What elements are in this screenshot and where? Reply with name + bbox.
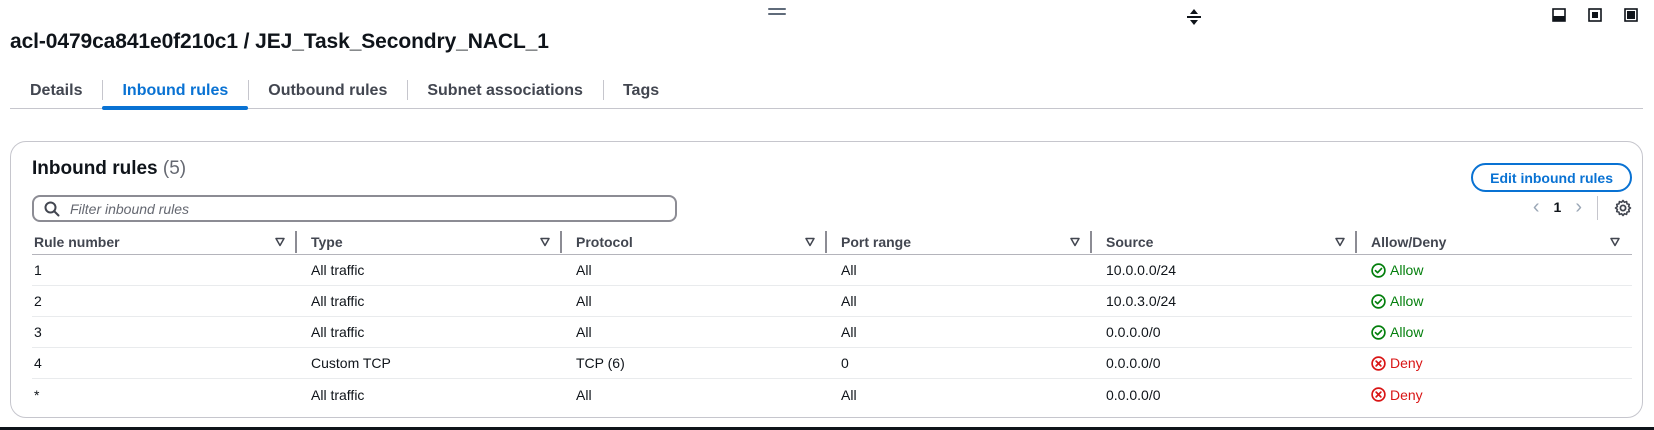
status-badge: Allow <box>1371 262 1423 278</box>
column-label: Allow/Deny <box>1371 234 1447 250</box>
chevron-right-icon[interactable]: › <box>1575 197 1582 217</box>
page-title: acl-0479ca841e0f210c1 / JEJ_Task_Secondr… <box>10 30 549 53</box>
column-label: Type <box>311 234 343 250</box>
status-badge: Deny <box>1371 355 1423 371</box>
chevron-left-icon[interactable]: ‹ <box>1533 197 1540 217</box>
table-header: Rule number Type Protocol Port range Sou… <box>32 230 1632 255</box>
cell-protocol: All <box>576 386 592 403</box>
table-row[interactable]: 2 All traffic All All 10.0.3.0/24 Allow <box>32 286 1632 317</box>
resize-vertical-icon[interactable] <box>1185 8 1203 28</box>
check-circle-icon <box>1371 324 1386 340</box>
cell-allow-deny: Allow <box>1357 317 1632 347</box>
panel-side-icon[interactable] <box>1622 6 1640 24</box>
cell-type: All traffic <box>311 262 365 278</box>
page-number[interactable]: 1 <box>1554 199 1562 215</box>
pagination: ‹ 1 › <box>1533 197 1582 217</box>
x-circle-icon <box>1371 355 1386 371</box>
inbound-rules-table: Rule number Type Protocol Port range Sou… <box>32 230 1632 410</box>
cell-type: All traffic <box>311 386 365 403</box>
column-label: Source <box>1106 234 1154 250</box>
cell-port-range: 0 <box>841 355 849 371</box>
cell-port-range: All <box>841 293 857 309</box>
edit-inbound-rules-button[interactable]: Edit inbound rules <box>1471 163 1632 192</box>
panel-maximize-icon[interactable] <box>1586 6 1604 24</box>
cell-type: All traffic <box>311 324 365 340</box>
container-title: Inbound rules (5) <box>32 158 186 180</box>
cell-allow-deny: Deny <box>1357 348 1632 378</box>
status-badge: Deny <box>1371 387 1423 403</box>
cell-source: 10.0.0.0/24 <box>1106 262 1177 278</box>
gear-icon[interactable] <box>1614 199 1632 217</box>
sort-caret-down-icon[interactable] <box>1335 237 1345 247</box>
check-circle-icon <box>1371 293 1386 309</box>
sort-caret-down-icon[interactable] <box>1610 237 1620 247</box>
filter-input[interactable] <box>70 200 650 217</box>
column-header-source[interactable]: Source <box>1092 230 1357 254</box>
cell-protocol: All <box>576 324 592 340</box>
tab-outbound-rules[interactable]: Outbound rules <box>248 74 407 108</box>
check-circle-icon <box>1371 262 1386 278</box>
column-header-protocol[interactable]: Protocol <box>562 230 827 254</box>
table-row[interactable]: * All traffic All All 0.0.0.0/0 Deny <box>32 379 1632 410</box>
cell-protocol: All <box>576 262 592 278</box>
column-header-port-range[interactable]: Port range <box>827 230 1092 254</box>
column-header-allow-deny[interactable]: Allow/Deny <box>1357 230 1632 254</box>
status-badge: Allow <box>1371 293 1423 309</box>
table-row[interactable]: 4 Custom TCP TCP (6) 0 0.0.0.0/0 Deny <box>32 348 1632 379</box>
tab-subnet-associations[interactable]: Subnet associations <box>407 74 603 108</box>
cell-port-range: All <box>841 324 857 340</box>
pager-divider <box>1597 196 1598 220</box>
column-label: Protocol <box>576 234 633 250</box>
column-header-type[interactable]: Type <box>297 230 562 254</box>
cell-port-range: All <box>841 386 857 403</box>
cell-allow-deny: Allow <box>1357 255 1632 285</box>
container-title-text: Inbound rules <box>32 158 158 179</box>
cell-source: 0.0.0.0/0 <box>1106 386 1161 403</box>
cell-type: Custom TCP <box>311 355 391 371</box>
rule-count: (5) <box>162 158 187 179</box>
cell-rule-number: 1 <box>34 262 42 278</box>
column-label: Port range <box>841 234 912 250</box>
table-row[interactable]: 3 All traffic All All 0.0.0.0/0 Allow <box>32 317 1632 348</box>
cell-type: All traffic <box>311 293 365 309</box>
sort-caret-down-icon[interactable] <box>805 237 815 247</box>
x-circle-icon <box>1371 387 1386 402</box>
cell-rule-number: 3 <box>34 324 42 340</box>
cell-source: 0.0.0.0/0 <box>1106 355 1161 371</box>
cell-port-range: All <box>841 262 857 278</box>
column-header-rule-number[interactable]: Rule number <box>32 230 297 254</box>
cell-allow-deny: Allow <box>1357 286 1632 316</box>
tab-tags[interactable]: Tags <box>602 74 679 108</box>
status-text: Allow <box>1390 293 1424 309</box>
drag-handle-icon[interactable] <box>768 8 786 16</box>
tab-inbound-rules[interactable]: Inbound rules <box>102 74 249 110</box>
cell-rule-number: 4 <box>34 355 42 371</box>
column-label: Rule number <box>34 234 120 250</box>
cell-rule-number: 2 <box>34 293 42 309</box>
status-text: Allow <box>1390 262 1424 278</box>
inbound-rules-container: Inbound rules (5) Edit inbound rules ‹ 1… <box>10 141 1643 418</box>
cell-protocol: All <box>576 293 592 309</box>
status-text: Allow <box>1390 324 1424 340</box>
tab-list: Details Inbound rules Outbound rules Sub… <box>10 74 1643 110</box>
cell-source: 0.0.0.0/0 <box>1106 324 1161 340</box>
search-icon <box>44 201 60 216</box>
panel-bottom-icon[interactable] <box>1550 6 1568 24</box>
sort-caret-down-icon[interactable] <box>540 237 550 247</box>
tab-details[interactable]: Details <box>10 74 102 108</box>
sort-caret-down-icon[interactable] <box>275 237 285 247</box>
cell-protocol: TCP (6) <box>576 355 625 371</box>
sort-caret-down-icon[interactable] <box>1070 237 1080 247</box>
status-text: Deny <box>1390 386 1423 403</box>
status-badge: Allow <box>1371 324 1423 340</box>
table-row[interactable]: 1 All traffic All All 10.0.0.0/24 Allow <box>32 255 1632 286</box>
status-text: Deny <box>1390 355 1423 371</box>
cell-rule-number: * <box>34 386 40 403</box>
filter-box <box>32 195 677 222</box>
cell-source: 10.0.3.0/24 <box>1106 293 1177 309</box>
cell-allow-deny: Deny <box>1357 379 1632 410</box>
